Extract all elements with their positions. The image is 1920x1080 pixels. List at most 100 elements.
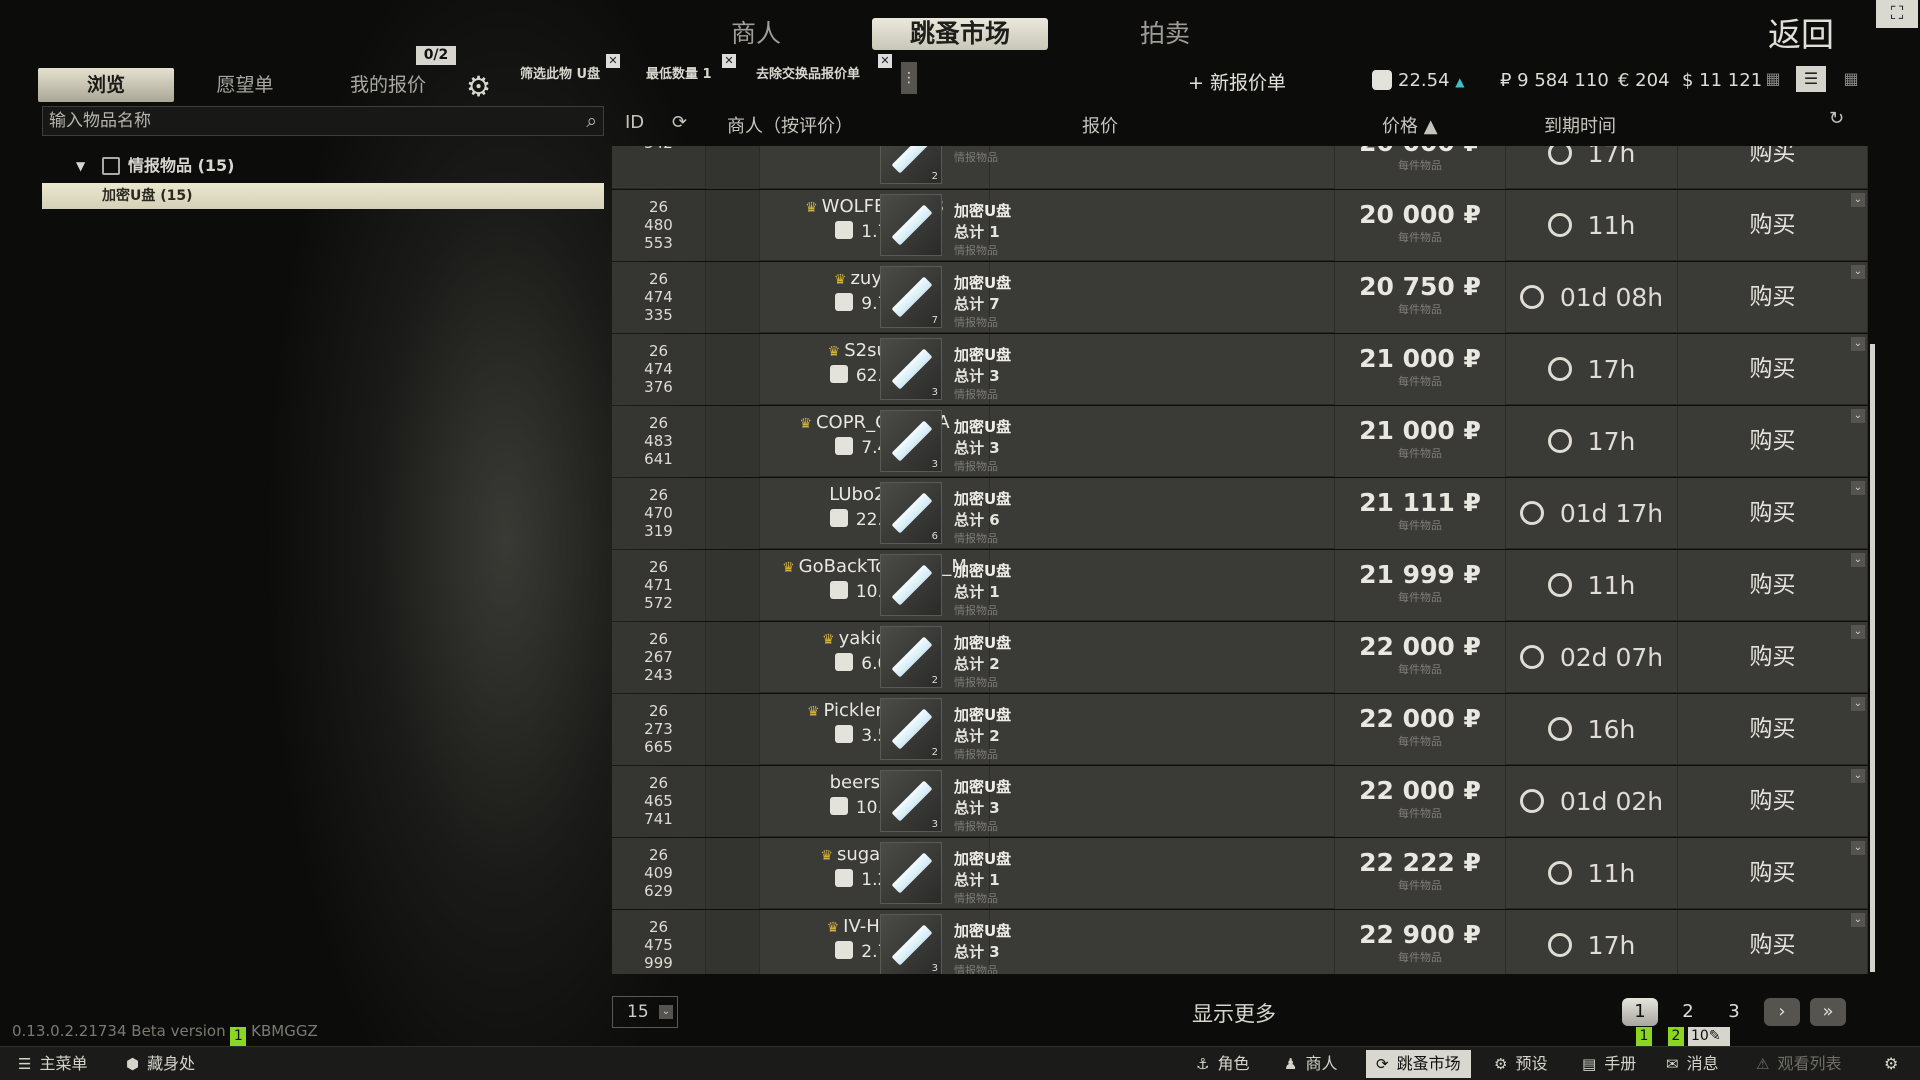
fullscreen-icon[interactable]: ⛶ [1876,0,1918,28]
item-thumbnail[interactable]: 2 [880,698,942,760]
chevron-down-icon[interactable]: ⌄ [1851,625,1865,639]
table-row[interactable]: 26474335 ♛zuyaaa 9.76 ▲ 7 加密U盘 总计 7 情报物品… [612,262,1868,333]
page-2-button[interactable]: 2 [1670,998,1706,1026]
filter-chip[interactable]: 筛选此物 U盘 ✕ [512,54,620,90]
item-thumbnail[interactable]: 7 [880,266,942,328]
table-row[interactable]: 26465741 beerscout 10.18 ▲ 3 加密U盘 总计 3 情… [612,766,1868,837]
refresh-icon[interactable]: ↻ [1829,108,1844,129]
list-view-icon[interactable]: ☰ [1796,66,1826,92]
buy-button[interactable]: 购买⌄ [1678,334,1868,405]
add-offer-button[interactable]: + 新报价单 [1188,68,1286,95]
col-price[interactable]: 价格 ▲ [1382,112,1438,138]
hideout-button[interactable]: ⬢ 藏身处 [116,1050,205,1078]
item-thumbnail[interactable]: 2 [880,626,942,688]
item-thumbnail[interactable]: 3 [880,770,942,832]
table-row[interactable]: 26470319 LUbo2291 22.05 ▲ 6 加密U盘 总计 6 情报… [612,478,1868,549]
handbook-button[interactable]: ▤ 手册 [1572,1050,1646,1078]
presets-button[interactable]: ⚙ 预设 [1484,1050,1557,1078]
search-input[interactable]: 输入物品名称 ⌕ [42,106,604,136]
traders-button[interactable]: ♟ 商人 [1274,1050,1347,1078]
col-id[interactable]: ID [625,112,644,133]
id-spacer [706,262,760,333]
table-row[interactable]: 26409629 ♛sugar_OW 1.22 ▲ 加密U盘 总计 1 情报物品… [612,838,1868,909]
tree-category[interactable]: ▼ 情报物品 (15) [42,152,604,180]
scrollbar[interactable] [1870,344,1875,972]
messages-button[interactable]: ✉ 消息 [1656,1050,1729,1078]
tree-item-selected[interactable]: 加密U盘 (15) [42,183,604,209]
main-menu-button[interactable]: ☰ 主菜单 [8,1050,97,1078]
table-row[interactable]: 26474376 ♛S2sunny 62.55 ▲ 3 加密U盘 总计 3 情报… [612,334,1868,405]
col-trader[interactable]: 商人（按评价） [727,112,853,138]
chevron-down-icon[interactable]: ⌄ [1851,841,1865,855]
buy-button[interactable]: 购买⌄ [1678,910,1868,974]
buy-button[interactable]: 购买 ⌄ [1678,262,1868,333]
table-row[interactable]: 26267243 ♛yakio2giri 6.00 ▲ 2 加密U盘 总计 2 … [612,622,1868,693]
tab-my-offers[interactable]: 我的报价 [330,68,446,102]
item-thumbnail[interactable]: 2 [880,146,942,184]
search-icon[interactable]: ⌕ [586,107,597,135]
close-icon[interactable]: ✕ [878,54,892,68]
buy-button[interactable]: 购买⌄ [1678,622,1868,693]
item-thumbnail[interactable] [880,554,942,616]
table-row[interactable]: 26471572 ♛GoBackToUrM_o_M 10.46 ▲ 加密U盘 总… [612,550,1868,621]
table-row[interactable]: 26273665 ♛PicklerTickler 3.50 ▲ 2 加密U盘 总… [612,694,1868,765]
buy-button[interactable]: 购买⌄ [1678,146,1868,189]
table-row[interactable]: 26483641 ♛COPR_CUHbKA 7.47 ▲ 3 加密U盘 总计 3… [612,406,1868,477]
col-expires[interactable]: 到期时间 [1544,112,1616,138]
rating-icon [835,293,854,311]
item-thumbnail[interactable]: 3 [880,914,942,974]
item-thumbnail[interactable] [880,194,942,256]
page-1-button[interactable]: 1 [1622,998,1658,1026]
per-page-select[interactable]: 15 ⌄ [612,996,678,1028]
filter-chip[interactable]: 最低数量 1 ✕ [638,54,736,90]
page-3-button[interactable]: 3 [1716,998,1752,1026]
item-thumbnail[interactable]: 3 [880,410,942,472]
table-row[interactable]: 26480553 ♛WOLFEAZY18 1.79 ▲ 加密U盘 总计 1 情报… [612,190,1868,261]
buy-button[interactable]: 购买⌄ [1678,190,1868,261]
chevron-down-icon[interactable]: ⌄ [1851,409,1865,423]
grid-small-view-icon[interactable]: ▦ [1758,66,1788,92]
close-icon[interactable]: ✕ [722,54,736,68]
item-thumbnail[interactable]: 6 [880,482,942,544]
show-more-button[interactable]: 显示更多 [1192,998,1276,1028]
buy-button[interactable]: 购买⌄ [1678,694,1868,765]
buy-label: 购买 [1749,284,1796,310]
chevron-down-icon[interactable]: ⌄ [1851,697,1865,711]
buy-button[interactable]: 购买⌄ [1678,478,1868,549]
filter-chip[interactable]: 去除交换品报价单 ✕ [748,54,892,90]
watchlist-button[interactable]: ⚠ 观看列表 [1746,1050,1851,1078]
chevron-down-icon[interactable]: ⌄ [1851,769,1865,783]
tab-wishlist[interactable]: 愿望单 [190,68,300,102]
tab-flea-market[interactable]: 跳蚤市场 [872,18,1048,50]
tab-auction[interactable]: 拍卖 [1115,18,1215,50]
item-thumbnail[interactable] [880,842,942,904]
tab-browse[interactable]: 浏览 [38,68,174,102]
col-offer[interactable]: 报价 [1082,112,1118,138]
buy-button[interactable]: 购买⌄ [1678,838,1868,909]
gear-icon[interactable]: ⚙ [466,70,491,103]
close-icon[interactable]: ✕ [606,54,620,68]
flea-label: 跳蚤市场 [1396,1054,1461,1073]
more-options-icon[interactable]: ⋮ [901,62,917,94]
character-button[interactable]: ⚓ 角色 [1186,1050,1259,1078]
chevron-down-icon[interactable]: ⌄ [1851,337,1865,351]
buy-button[interactable]: 购买⌄ [1678,406,1868,477]
table-row[interactable]: 26475999 ♛IV-Havoc 2.70 ▲ 3 加密U盘 总计 3 情报… [612,910,1868,974]
chevron-down-icon[interactable]: ⌄ [1851,913,1865,927]
next-page-button[interactable]: › [1764,998,1800,1026]
tab-traders[interactable]: 商人 [706,18,806,50]
buy-button[interactable]: 购买⌄ [1678,766,1868,837]
chevron-down-icon[interactable]: ⌄ [1851,553,1865,567]
chevron-down-icon[interactable]: ⌄ [1851,265,1865,279]
flea-market-button[interactable]: ⟳ 跳蚤市场 [1366,1050,1471,1078]
chevron-down-icon[interactable]: ⌄ [1851,481,1865,495]
table-row[interactable]: 475542 19.86 ▲ 2 总计 2 情报物品 20 000 ₽ 每件物品… [612,146,1868,189]
item-thumbnail[interactable]: 3 [880,338,942,400]
back-button[interactable]: 返回 [1768,8,1834,56]
last-page-button[interactable]: » [1810,998,1846,1026]
refresh-icon[interactable]: ⟳ [672,112,687,133]
buy-button[interactable]: 购买⌄ [1678,550,1868,621]
chevron-down-icon[interactable]: ⌄ [1851,193,1865,207]
settings-icon[interactable]: ⚙ [1874,1050,1908,1078]
grid-large-view-icon[interactable]: ▦ [1836,66,1866,92]
